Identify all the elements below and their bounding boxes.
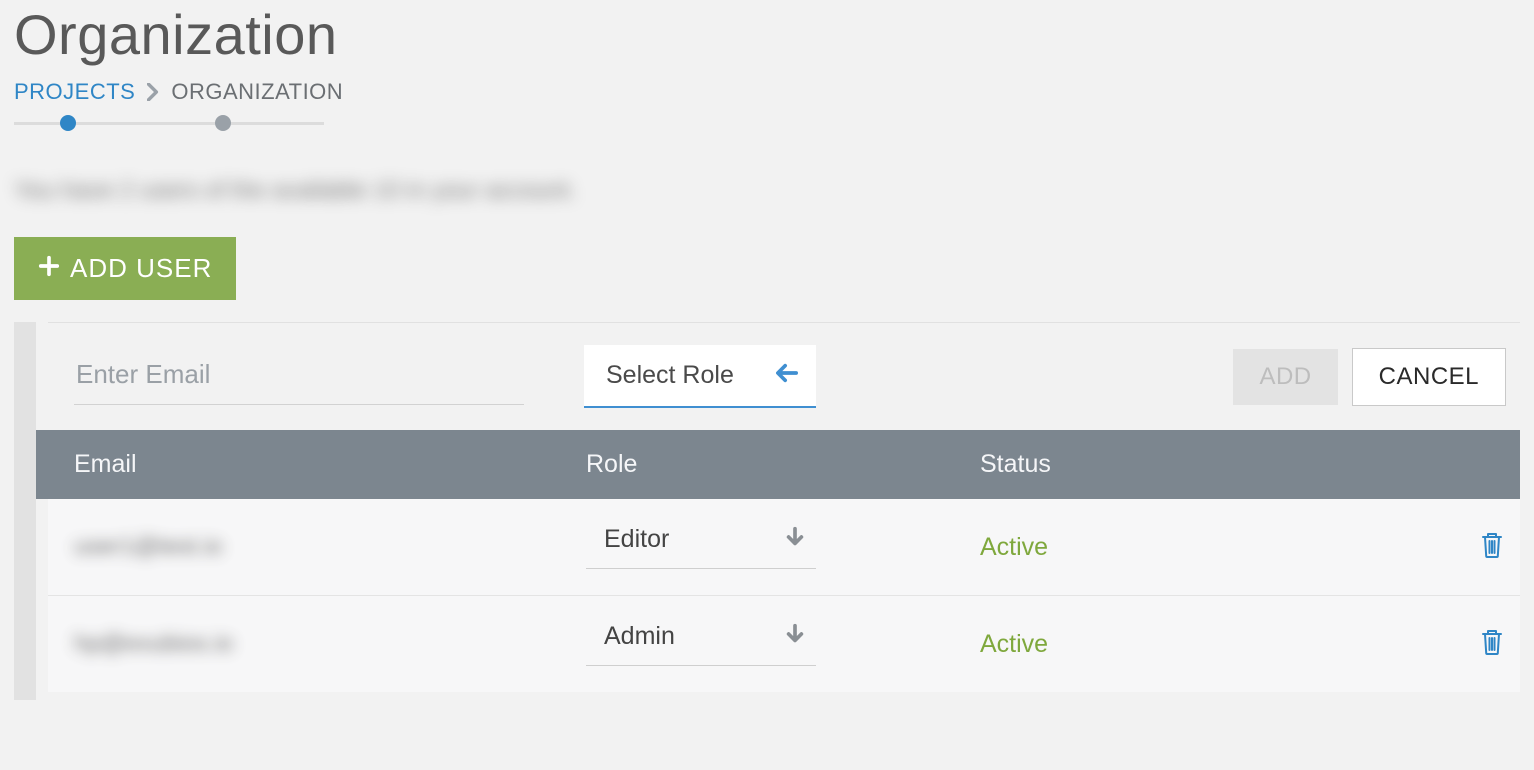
cell-email: user1@test.io (74, 533, 586, 561)
breadcrumb-projects[interactable]: PROJECTS (14, 79, 135, 105)
trash-icon[interactable] (1480, 531, 1504, 564)
step-dot-1[interactable] (60, 115, 76, 131)
table-row: user1@test.io Editor Active (48, 499, 1520, 596)
trash-icon[interactable] (1480, 628, 1504, 661)
header-role: Role (586, 450, 980, 479)
role-value: Admin (604, 622, 675, 651)
panel-accent-bar (14, 322, 36, 700)
chevron-down-icon (784, 526, 806, 553)
breadcrumb: PROJECTS ORGANIZATION (14, 79, 1520, 105)
header-email: Email (74, 450, 586, 479)
role-dropdown[interactable]: Editor (586, 525, 816, 569)
add-user-form: Select Role ADD CANCEL (48, 323, 1520, 430)
email-input[interactable] (74, 349, 524, 405)
chevron-down-icon (784, 623, 806, 650)
role-dropdown[interactable]: Admin (586, 622, 816, 666)
cell-email: hp@exubios.io (74, 630, 586, 658)
page-title: Organization (14, 2, 1520, 67)
cancel-button[interactable]: CANCEL (1352, 348, 1506, 406)
cell-status: Active (980, 630, 1450, 659)
role-select[interactable]: Select Role (584, 345, 816, 408)
cell-status: Active (980, 533, 1450, 562)
add-user-button[interactable]: ADD USER (14, 237, 236, 300)
arrow-left-icon (776, 362, 798, 389)
step-dot-2[interactable] (215, 115, 231, 131)
breadcrumb-organization: ORGANIZATION (171, 79, 343, 105)
plus-icon (38, 253, 60, 284)
add-user-label: ADD USER (70, 253, 212, 284)
users-panel: Select Role ADD CANCEL Email Role Status… (14, 322, 1520, 692)
table-row: hp@exubios.io Admin Active (48, 596, 1520, 692)
role-value: Editor (604, 525, 669, 554)
user-quota-text: You have 2 users of the available 10 in … (14, 177, 674, 207)
header-status: Status (980, 450, 1494, 479)
chevron-right-icon (147, 83, 159, 101)
role-select-label: Select Role (606, 361, 734, 390)
table-body: user1@test.io Editor Active (48, 499, 1520, 692)
table-header: Email Role Status (14, 430, 1520, 499)
add-button[interactable]: ADD (1233, 349, 1337, 405)
step-indicator (14, 115, 324, 131)
